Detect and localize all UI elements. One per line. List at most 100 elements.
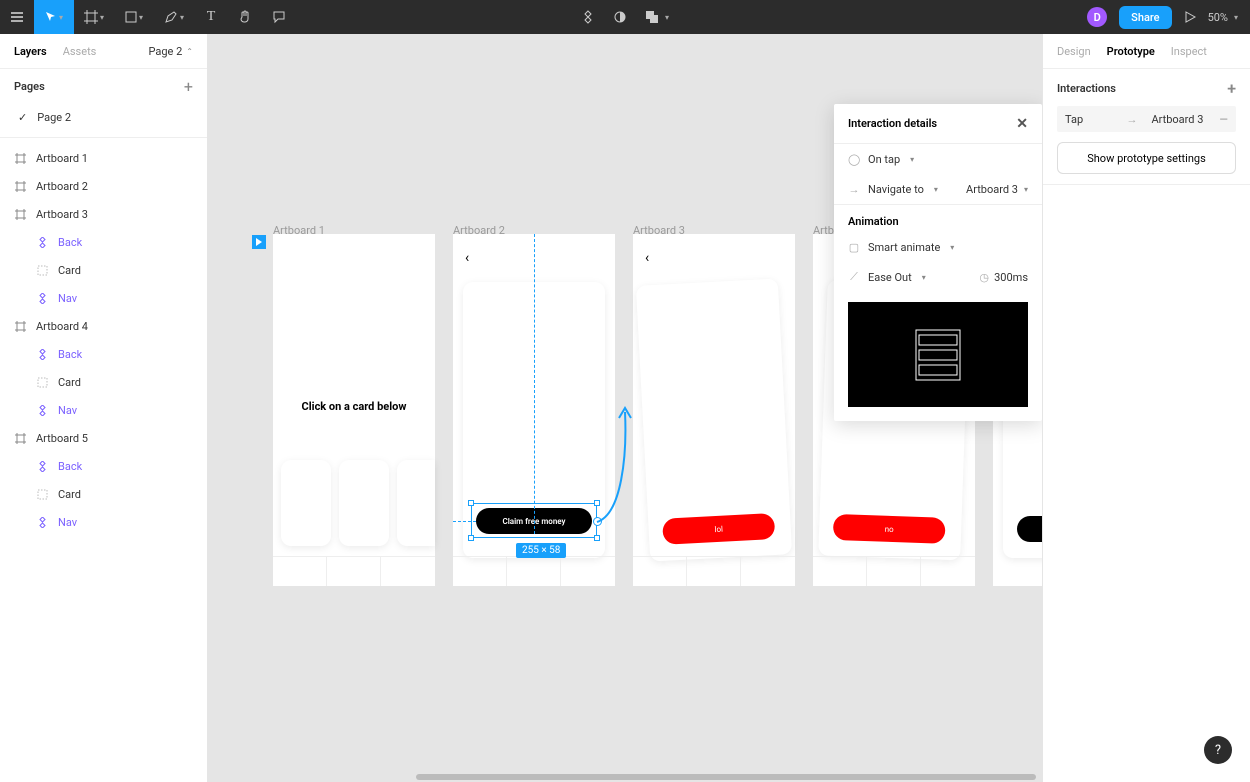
card	[397, 460, 435, 546]
rectangle-icon	[125, 11, 137, 23]
hand-tool[interactable]	[228, 0, 262, 34]
no-button[interactable]: no	[833, 514, 946, 544]
layer-name: Back	[58, 460, 82, 473]
frame-icon	[14, 208, 26, 220]
tab-assets[interactable]: Assets	[63, 45, 97, 58]
layer-name: Artboard 5	[36, 432, 88, 445]
add-page-button[interactable]: +	[184, 77, 193, 96]
flow-start-badge[interactable]	[252, 235, 266, 249]
mask-icon[interactable]	[613, 10, 627, 24]
frame-icon	[14, 320, 26, 332]
trigger-row[interactable]: ◯ On tap ▾	[834, 144, 1042, 174]
chevron-down-icon: ▾	[950, 243, 954, 252]
tab-layers[interactable]: Layers	[14, 45, 47, 58]
layer-name: Nav	[58, 292, 77, 305]
text-tool[interactable]: T	[194, 0, 228, 34]
page-row[interactable]: ✓ Page 2	[0, 103, 207, 131]
shape-tool[interactable]: ▾	[114, 0, 154, 34]
back-button[interactable]: ‹	[465, 250, 469, 266]
layer-frame[interactable]: Artboard 3	[0, 200, 207, 228]
clock-icon: ◷	[978, 271, 990, 284]
add-interaction-button[interactable]: +	[1227, 79, 1236, 98]
move-tool[interactable]: ▾	[34, 0, 74, 34]
animation-type-row[interactable]: ▢ Smart animate ▾	[834, 232, 1042, 262]
toolbar-center: ▾	[581, 10, 669, 24]
hamburger-icon	[10, 10, 24, 24]
animate-icon: ▢	[848, 241, 860, 254]
layer-name: Nav	[58, 516, 77, 529]
remove-interaction-button[interactable]: —	[1219, 113, 1228, 126]
tab-design[interactable]: Design	[1057, 45, 1091, 58]
show-prototype-settings-button[interactable]: Show prototype settings	[1057, 142, 1236, 174]
action-row[interactable]: → Navigate to ▾ Artboard 3 ▾	[834, 174, 1042, 204]
canvas-scrollbar[interactable]	[416, 774, 1042, 780]
layer-child[interactable]: Card	[0, 368, 207, 396]
check-icon: ✓	[18, 111, 27, 124]
layer-frame[interactable]: Artboard 2	[0, 172, 207, 200]
layer-child[interactable]: Back	[0, 452, 207, 480]
artboard-3[interactable]: ‹ lol	[633, 234, 795, 586]
button	[1017, 516, 1042, 542]
close-icon[interactable]: ✕	[1016, 116, 1028, 132]
animation-header: Animation	[834, 205, 1042, 232]
selection-handle[interactable]	[594, 535, 600, 541]
dimensions-badge: 255 × 58	[516, 543, 566, 558]
selection-handle[interactable]	[468, 500, 474, 506]
user-avatar[interactable]: D	[1087, 7, 1107, 27]
layer-child[interactable]: Nav	[0, 396, 207, 424]
artboard-1[interactable]: Click on a card below	[273, 234, 435, 586]
share-button[interactable]: Share	[1119, 6, 1171, 29]
layer-child[interactable]: Card	[0, 480, 207, 508]
popup-title: Interaction details	[848, 117, 937, 130]
pen-tool[interactable]: ▾	[154, 0, 194, 34]
alignment-guide	[534, 234, 535, 534]
back-button[interactable]: ‹	[645, 250, 649, 266]
chevron-down-icon: ▾	[59, 13, 63, 22]
page-selector[interactable]: Page 2 ⌃	[149, 45, 194, 58]
component-icon	[36, 348, 48, 360]
chevron-down-icon: ▾	[1024, 185, 1028, 194]
layer-child[interactable]: Card	[0, 256, 207, 284]
layer-name: Nav	[58, 404, 77, 417]
main-menu-button[interactable]	[0, 0, 34, 34]
chevron-down-icon: ▾	[910, 155, 914, 164]
scrollbar-thumb[interactable]	[416, 774, 1036, 780]
frame-icon	[14, 152, 26, 164]
lol-button[interactable]: lol	[662, 513, 775, 545]
zoom-control[interactable]: 50% ▾	[1208, 11, 1238, 24]
action-target: Artboard 3	[966, 183, 1018, 196]
layer-child[interactable]: Nav	[0, 508, 207, 536]
left-panel: Layers Assets Page 2 ⌃ Pages + ✓ Page 2 …	[0, 34, 208, 782]
component-icon[interactable]	[581, 10, 595, 24]
toolbar-right: D Share 50% ▾	[1087, 0, 1250, 34]
chevron-down-icon: ▾	[934, 185, 938, 194]
interaction-details-popup: Interaction details ✕ ◯ On tap ▾ → Navig…	[834, 104, 1042, 421]
layer-frame[interactable]: Artboard 5	[0, 424, 207, 452]
component-icon	[36, 236, 48, 248]
easing-row[interactable]: ⟋ Ease Out ▾ ◷ 300ms	[834, 262, 1042, 292]
pages-header: Pages +	[0, 69, 207, 103]
nav-bar	[453, 556, 615, 586]
card	[281, 460, 331, 546]
frame-tool[interactable]: ▾	[74, 0, 114, 34]
layer-frame[interactable]: Artboard 1	[0, 144, 207, 172]
layer-frame[interactable]: Artboard 4	[0, 312, 207, 340]
chevron-down-icon: ▾	[665, 13, 669, 22]
layer-child[interactable]: Nav	[0, 284, 207, 312]
present-icon[interactable]	[1184, 11, 1196, 23]
comment-tool[interactable]	[262, 0, 296, 34]
tab-inspect[interactable]: Inspect	[1171, 45, 1207, 58]
layer-child[interactable]: Back	[0, 228, 207, 256]
animation-preview	[848, 302, 1028, 407]
selection-handle[interactable]	[468, 535, 474, 541]
interactions-section: Interactions + Tap → Artboard 3 — Show p…	[1043, 69, 1250, 185]
toolbar-left: ▾ ▾ ▾ ▾ T	[0, 0, 296, 34]
help-button[interactable]: ?	[1204, 736, 1232, 764]
tab-prototype[interactable]: Prototype	[1107, 45, 1155, 58]
canvas[interactable]: Artboard 1 Artboard 2 Artboard 3 Artboar…	[208, 34, 1042, 782]
layer-child[interactable]: Back	[0, 340, 207, 368]
easing-label: Ease Out	[868, 271, 912, 284]
interaction-row[interactable]: Tap → Artboard 3 —	[1057, 106, 1236, 132]
boolean-tool[interactable]: ▾	[645, 10, 669, 24]
interaction-trigger: Tap	[1065, 113, 1083, 126]
